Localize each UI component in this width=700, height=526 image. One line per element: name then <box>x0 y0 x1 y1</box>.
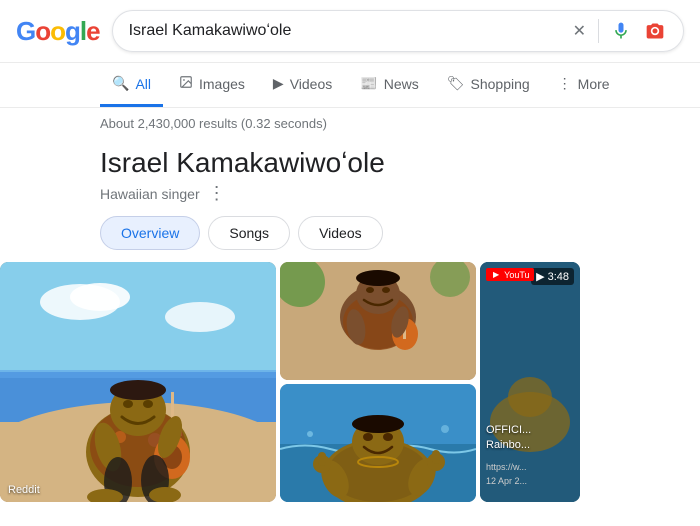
tab-videos[interactable]: ▶ Videos <box>261 63 344 107</box>
search-icon: 🔍 <box>112 75 129 92</box>
entity-subtitle: Hawaiian singer ⋮ <box>100 183 684 204</box>
entity-tab-overview[interactable]: Overview <box>100 216 200 250</box>
images-icon <box>179 75 193 92</box>
results-info: About 2,430,000 results (0.32 seconds) <box>0 108 700 139</box>
tab-shopping[interactable]: 🏷 Shopping <box>435 63 542 107</box>
image-source-label: Reddit <box>8 484 40 496</box>
video-title: OFFICI... Rainbo... <box>486 423 574 452</box>
top-right-image[interactable] <box>280 262 476 380</box>
nav-tabs: 🔍 All Images ▶ Videos 📰 News 🏷 Shopping … <box>0 63 700 108</box>
tab-images[interactable]: Images <box>167 63 257 107</box>
more-options-button[interactable]: ⋮ <box>208 183 226 204</box>
shopping-icon: 🏷 <box>447 75 465 92</box>
video-thumbnail[interactable]: ▶ 3:48 ▶ YouTu OFFICI... Rainbo... https… <box>480 262 580 502</box>
bottom-right-image[interactable] <box>280 384 476 502</box>
video-date: 12 Apr 2... <box>486 476 574 486</box>
entity-tabs: Overview Songs Videos <box>100 216 684 250</box>
tab-news[interactable]: 📰 News <box>348 63 430 107</box>
tab-all[interactable]: 🔍 All <box>100 63 163 107</box>
search-input[interactable]: Israel Kamakawiwoʻole <box>129 22 563 40</box>
search-bar: Israel Kamakawiwoʻole ✕ <box>112 10 684 52</box>
camera-button[interactable] <box>643 19 667 43</box>
news-icon: 📰 <box>360 75 377 92</box>
mic-button[interactable] <box>609 19 633 43</box>
youtube-icon: ▶ <box>490 269 502 280</box>
google-logo[interactable]: Google <box>16 16 100 47</box>
search-icons: ✕ <box>571 19 667 43</box>
right-column <box>280 262 476 502</box>
entity-title: Israel Kamakawiwoʻole <box>100 147 684 179</box>
tab-more[interactable]: ⋮ More <box>546 63 622 107</box>
header: Google Israel Kamakawiwoʻole ✕ <box>0 0 700 63</box>
main-image[interactable]: Reddit <box>0 262 276 502</box>
knowledge-panel: Israel Kamakawiwoʻole Hawaiian singer ⋮ … <box>0 139 700 250</box>
video-duration: ▶ 3:48 <box>531 268 574 285</box>
youtube-badge: ▶ YouTu <box>486 268 534 281</box>
videos-icon: ▶ <box>273 75 284 92</box>
more-icon: ⋮ <box>558 75 572 92</box>
video-url: https://w... <box>486 462 574 472</box>
images-grid: Reddit <box>0 262 700 502</box>
entity-tab-songs[interactable]: Songs <box>208 216 290 250</box>
entity-tab-videos[interactable]: Videos <box>298 216 383 250</box>
clear-button[interactable]: ✕ <box>571 19 588 43</box>
